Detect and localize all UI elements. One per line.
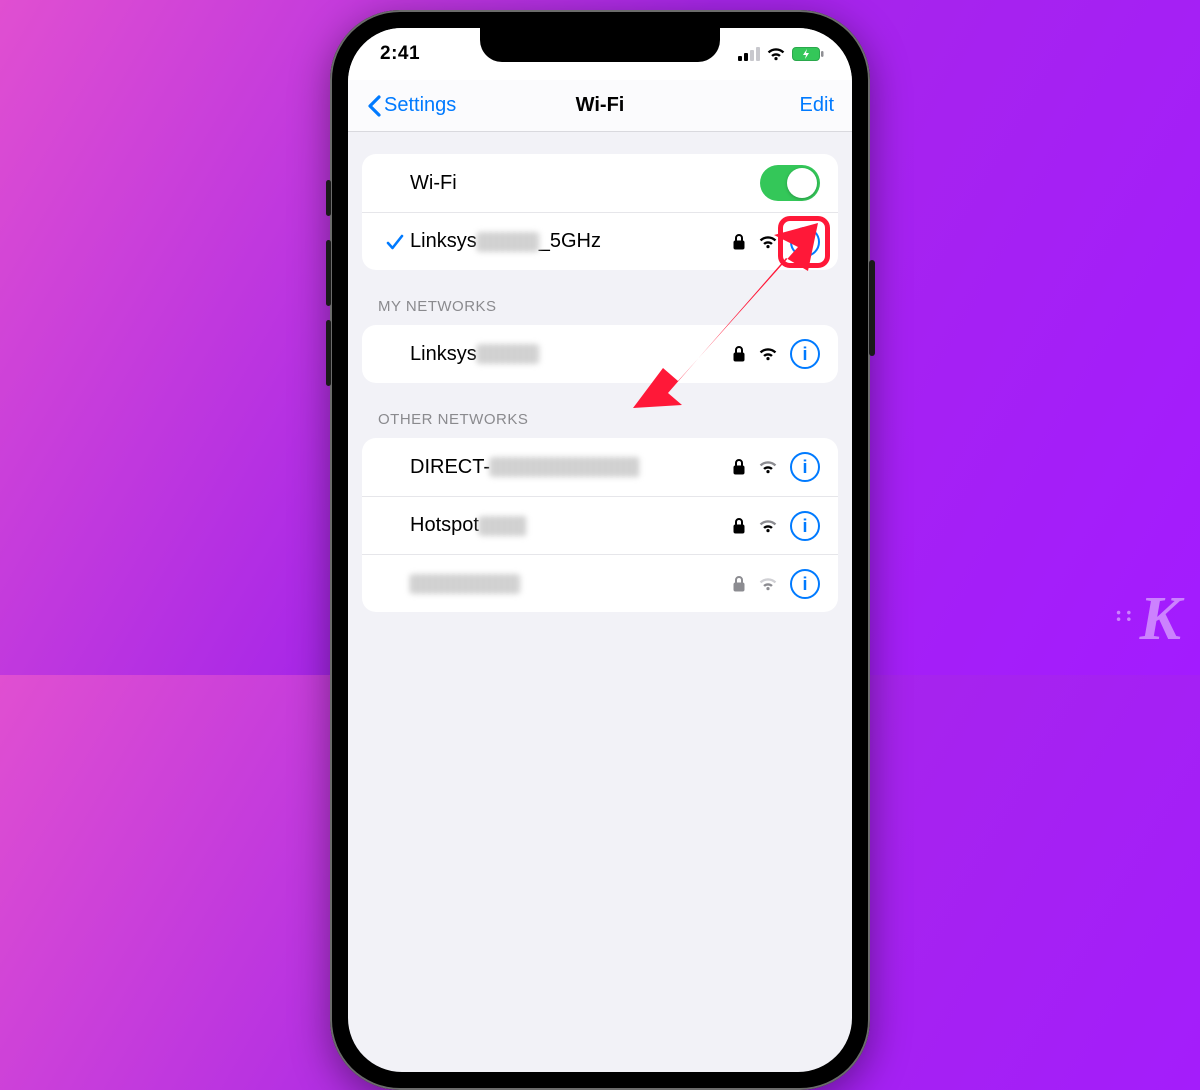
lock-icon: [732, 233, 746, 251]
power-button: [869, 260, 875, 356]
info-button[interactable]: i: [790, 569, 820, 599]
wifi-group: Wi-Fi Linksys_5GHz i: [362, 154, 838, 270]
wifi-toggle-row: Wi-Fi: [362, 154, 838, 212]
lock-icon: [732, 575, 746, 593]
mute-switch: [326, 180, 331, 216]
info-button-connected[interactable]: i: [790, 227, 820, 257]
other-network-name: DIRECT-: [410, 456, 732, 479]
lock-icon: [732, 345, 746, 363]
connected-network-row[interactable]: Linksys_5GHz i: [362, 212, 838, 270]
cellular-icon: [738, 47, 760, 61]
volume-up-button: [326, 240, 331, 306]
battery-charging-icon: [792, 47, 824, 61]
chevron-left-icon: [366, 95, 382, 117]
notch: [480, 28, 720, 62]
my-networks-header: My Networks: [348, 270, 852, 325]
other-network-name: [410, 572, 732, 595]
other-networks-header: Other Networks: [348, 383, 852, 438]
lock-icon: [732, 517, 746, 535]
wifi-icon: [766, 47, 786, 61]
nav-bar: Settings Wi-Fi Edit: [348, 80, 852, 132]
info-button[interactable]: i: [790, 339, 820, 369]
info-button[interactable]: i: [790, 452, 820, 482]
lock-icon: [732, 458, 746, 476]
other-network-name: Hotspot: [410, 514, 732, 537]
volume-down-button: [326, 320, 331, 386]
other-network-row[interactable]: Hotspot i: [362, 496, 838, 554]
other-network-row[interactable]: DIRECT- i: [362, 438, 838, 496]
my-network-name: Linksys: [410, 343, 732, 366]
back-label: Settings: [384, 94, 456, 117]
nav-title: Wi-Fi: [576, 94, 625, 117]
status-icons: [738, 47, 824, 61]
checkmark-icon: [385, 232, 405, 252]
my-network-row[interactable]: Linksys i: [362, 325, 838, 383]
my-networks-group: Linksys i: [362, 325, 838, 383]
status-time: 2:41: [380, 43, 420, 65]
other-network-row[interactable]: i: [362, 554, 838, 612]
other-networks-group: DIRECT- i Hotspot: [362, 438, 838, 612]
wifi-toggle[interactable]: [760, 165, 820, 201]
phone-frame: 2:41: [330, 10, 870, 1090]
content: Wi-Fi Linksys_5GHz i: [348, 154, 852, 612]
wifi-signal-icon: [758, 577, 778, 591]
edit-button[interactable]: Edit: [800, 94, 834, 117]
wifi-signal-icon: [758, 460, 778, 474]
wifi-signal-icon: [758, 235, 778, 249]
screen: 2:41: [348, 28, 852, 1072]
wifi-signal-icon: [758, 347, 778, 361]
connected-network-name: Linksys_5GHz: [410, 230, 732, 253]
wifi-signal-icon: [758, 519, 778, 533]
watermark: ::K: [1115, 584, 1178, 655]
wifi-label: Wi-Fi: [410, 172, 760, 195]
info-button[interactable]: i: [790, 511, 820, 541]
back-button[interactable]: Settings: [366, 94, 456, 117]
